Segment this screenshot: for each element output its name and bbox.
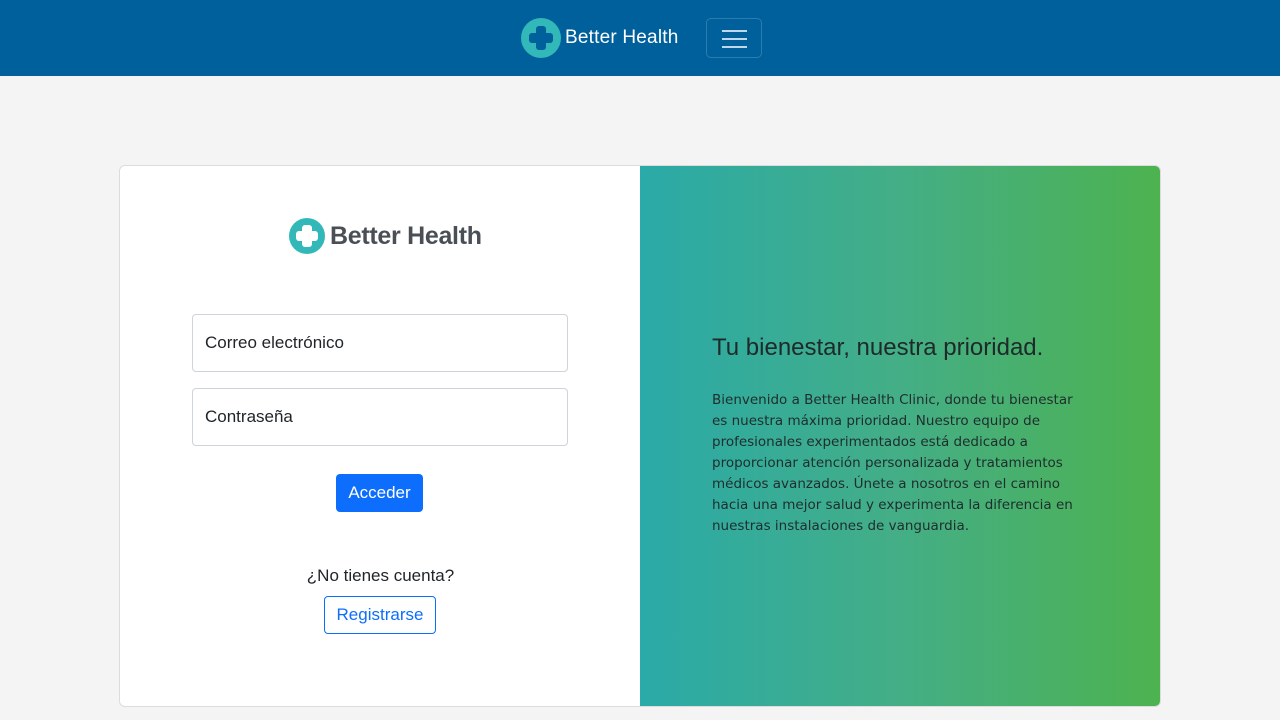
promo-panel: Tu bienestar, nuestra prioridad. Bienven… <box>640 166 1160 706</box>
navbar-brand-link[interactable]: Better Health <box>521 18 679 58</box>
medical-cross-icon <box>521 18 561 58</box>
hamburger-line <box>722 46 747 48</box>
hamburger-menu-icon <box>722 30 747 32</box>
promo-body: Bienvenido a Better Health Clinic, donde… <box>712 392 1073 534</box>
hamburger-line <box>722 38 747 40</box>
login-button[interactable]: Acceder <box>336 474 423 512</box>
login-card: Better Health Acceder ¿No tienes cuenta?… <box>119 165 1161 707</box>
logo-text: Better Health <box>330 221 482 250</box>
top-navbar: Better Health <box>0 0 1280 76</box>
promo-heading: Tu bienestar, nuestra prioridad. <box>712 334 1044 361</box>
password-field[interactable] <box>192 388 568 446</box>
signup-question: ¿No tienes cuenta? <box>306 566 455 585</box>
navbar-brand-name: Better Health <box>565 27 679 48</box>
navbar-toggler-button[interactable] <box>706 18 762 58</box>
login-panel: Better Health Acceder ¿No tienes cuenta?… <box>120 166 641 706</box>
login-logo: Better Health <box>289 218 482 254</box>
medical-cross-icon <box>289 218 325 254</box>
register-button[interactable]: Registrarse <box>324 596 436 634</box>
email-field[interactable] <box>192 314 568 372</box>
